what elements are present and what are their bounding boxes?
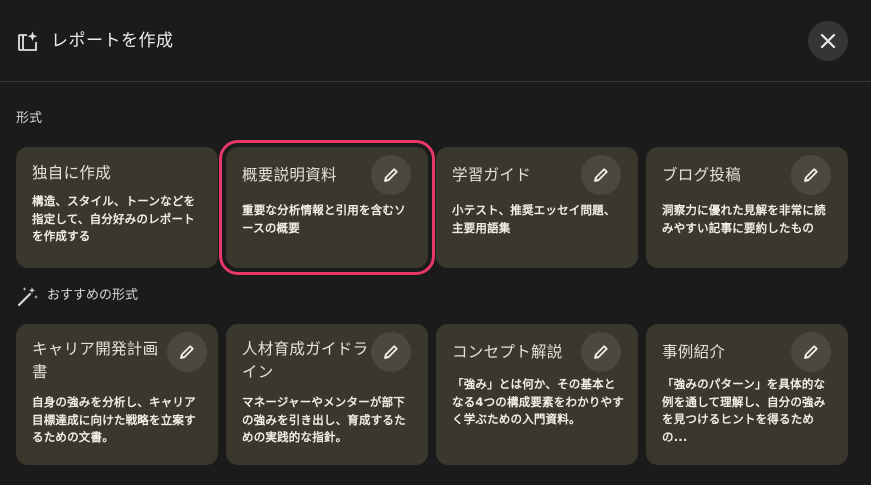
pencil-icon — [804, 168, 818, 182]
pencil-icon — [594, 345, 608, 359]
card-description: 「強み」とは何か、その基本となる4つの構成要素をわかりやすく学ぶための入門資料。 — [452, 377, 624, 426]
card-title: 概要説明資料 — [242, 166, 337, 184]
recommended-card-concept-explainer[interactable]: コンセプト解説 「強み」とは何か、その基本となる4つの構成要素をわかりやすく学ぶ… — [436, 324, 638, 465]
card-description: 構造、スタイル、トーンなどを指定して、自分好みのレポートを作成する — [32, 194, 196, 243]
card-description: 「強みのパターン」を具体的な例を通して理解し、自分の強みを見つけるヒントを得るた… — [662, 377, 826, 444]
pencil-icon — [804, 345, 818, 359]
card-description: マネージャーやメンターが部下の強みを引き出し、育成するための実践的な指針。 — [242, 395, 406, 444]
edit-button[interactable] — [791, 155, 831, 195]
card-title: 独自に作成 — [32, 164, 112, 182]
card-title: 学習ガイド — [452, 166, 532, 184]
card-title: キャリア開発計画書 — [32, 340, 159, 381]
edit-button[interactable] — [371, 332, 411, 372]
pencil-icon — [384, 168, 398, 182]
recommended-card-case-studies[interactable]: 事例紹介 「強みのパターン」を具体的な例を通して理解し、自分の強みを見つけるヒン… — [646, 324, 848, 465]
edit-button[interactable] — [791, 332, 831, 372]
card-description: 重要な分析情報と引用を含むソースの概要 — [242, 203, 406, 235]
dialog-title: レポートを作成 — [51, 31, 174, 51]
format-card-study-guide[interactable]: 学習ガイド 小テスト、推奨エッセイ問題、主要用語集 — [436, 147, 638, 268]
pencil-icon — [180, 345, 194, 359]
edit-button[interactable] — [167, 332, 207, 372]
dialog-header: レポートを作成 — [0, 0, 871, 82]
format-card-briefing-doc[interactable]: 概要説明資料 重要な分析情報と引用を含むソースの概要 — [219, 140, 435, 275]
recommended-section-label: おすすめの形式 — [47, 288, 139, 303]
card-title: コンセプト解説 — [452, 343, 563, 361]
report-sparkle-icon — [18, 31, 38, 51]
recommended-card-talent-guideline[interactable]: 人材育成ガイドライン マネージャーやメンターが部下の強みを引き出し、育成するため… — [226, 324, 428, 465]
card-title: 人材育成ガイドライン — [242, 340, 369, 381]
card-description: 自身の強みを分析し、キャリア目標達成に向けた戦略を立案するための文書。 — [32, 395, 196, 444]
pencil-icon — [384, 345, 398, 359]
close-button[interactable] — [808, 21, 848, 61]
format-card-blog-post[interactable]: ブログ投稿 洞察力に優れた見解を非常に読みやすい記事に要約したもの — [646, 147, 848, 268]
close-icon — [820, 33, 836, 49]
magic-wand-icon — [17, 287, 38, 307]
format-card-custom[interactable]: 独自に作成 構造、スタイル、トーンなどを指定して、自分好みのレポートを作成する — [16, 147, 218, 268]
edit-button[interactable] — [581, 332, 621, 372]
card-title: 事例紹介 — [662, 343, 726, 361]
format-section-label: 形式 — [16, 111, 43, 126]
card-description: 洞察力に優れた見解を非常に読みやすい記事に要約したもの — [662, 203, 826, 235]
card-description: 小テスト、推奨エッセイ問題、主要用語集 — [452, 203, 616, 235]
edit-button[interactable] — [371, 155, 411, 195]
recommended-card-career-plan[interactable]: キャリア開発計画書 自身の強みを分析し、キャリア目標達成に向けた戦略を立案するた… — [16, 324, 218, 465]
create-report-dialog: レポートを作成 形式 独自に作成 構造、スタイル、トーンなどを指定して、自分好み… — [0, 0, 871, 485]
pencil-icon — [594, 168, 608, 182]
edit-button[interactable] — [581, 155, 621, 195]
card-title: ブログ投稿 — [662, 166, 742, 184]
